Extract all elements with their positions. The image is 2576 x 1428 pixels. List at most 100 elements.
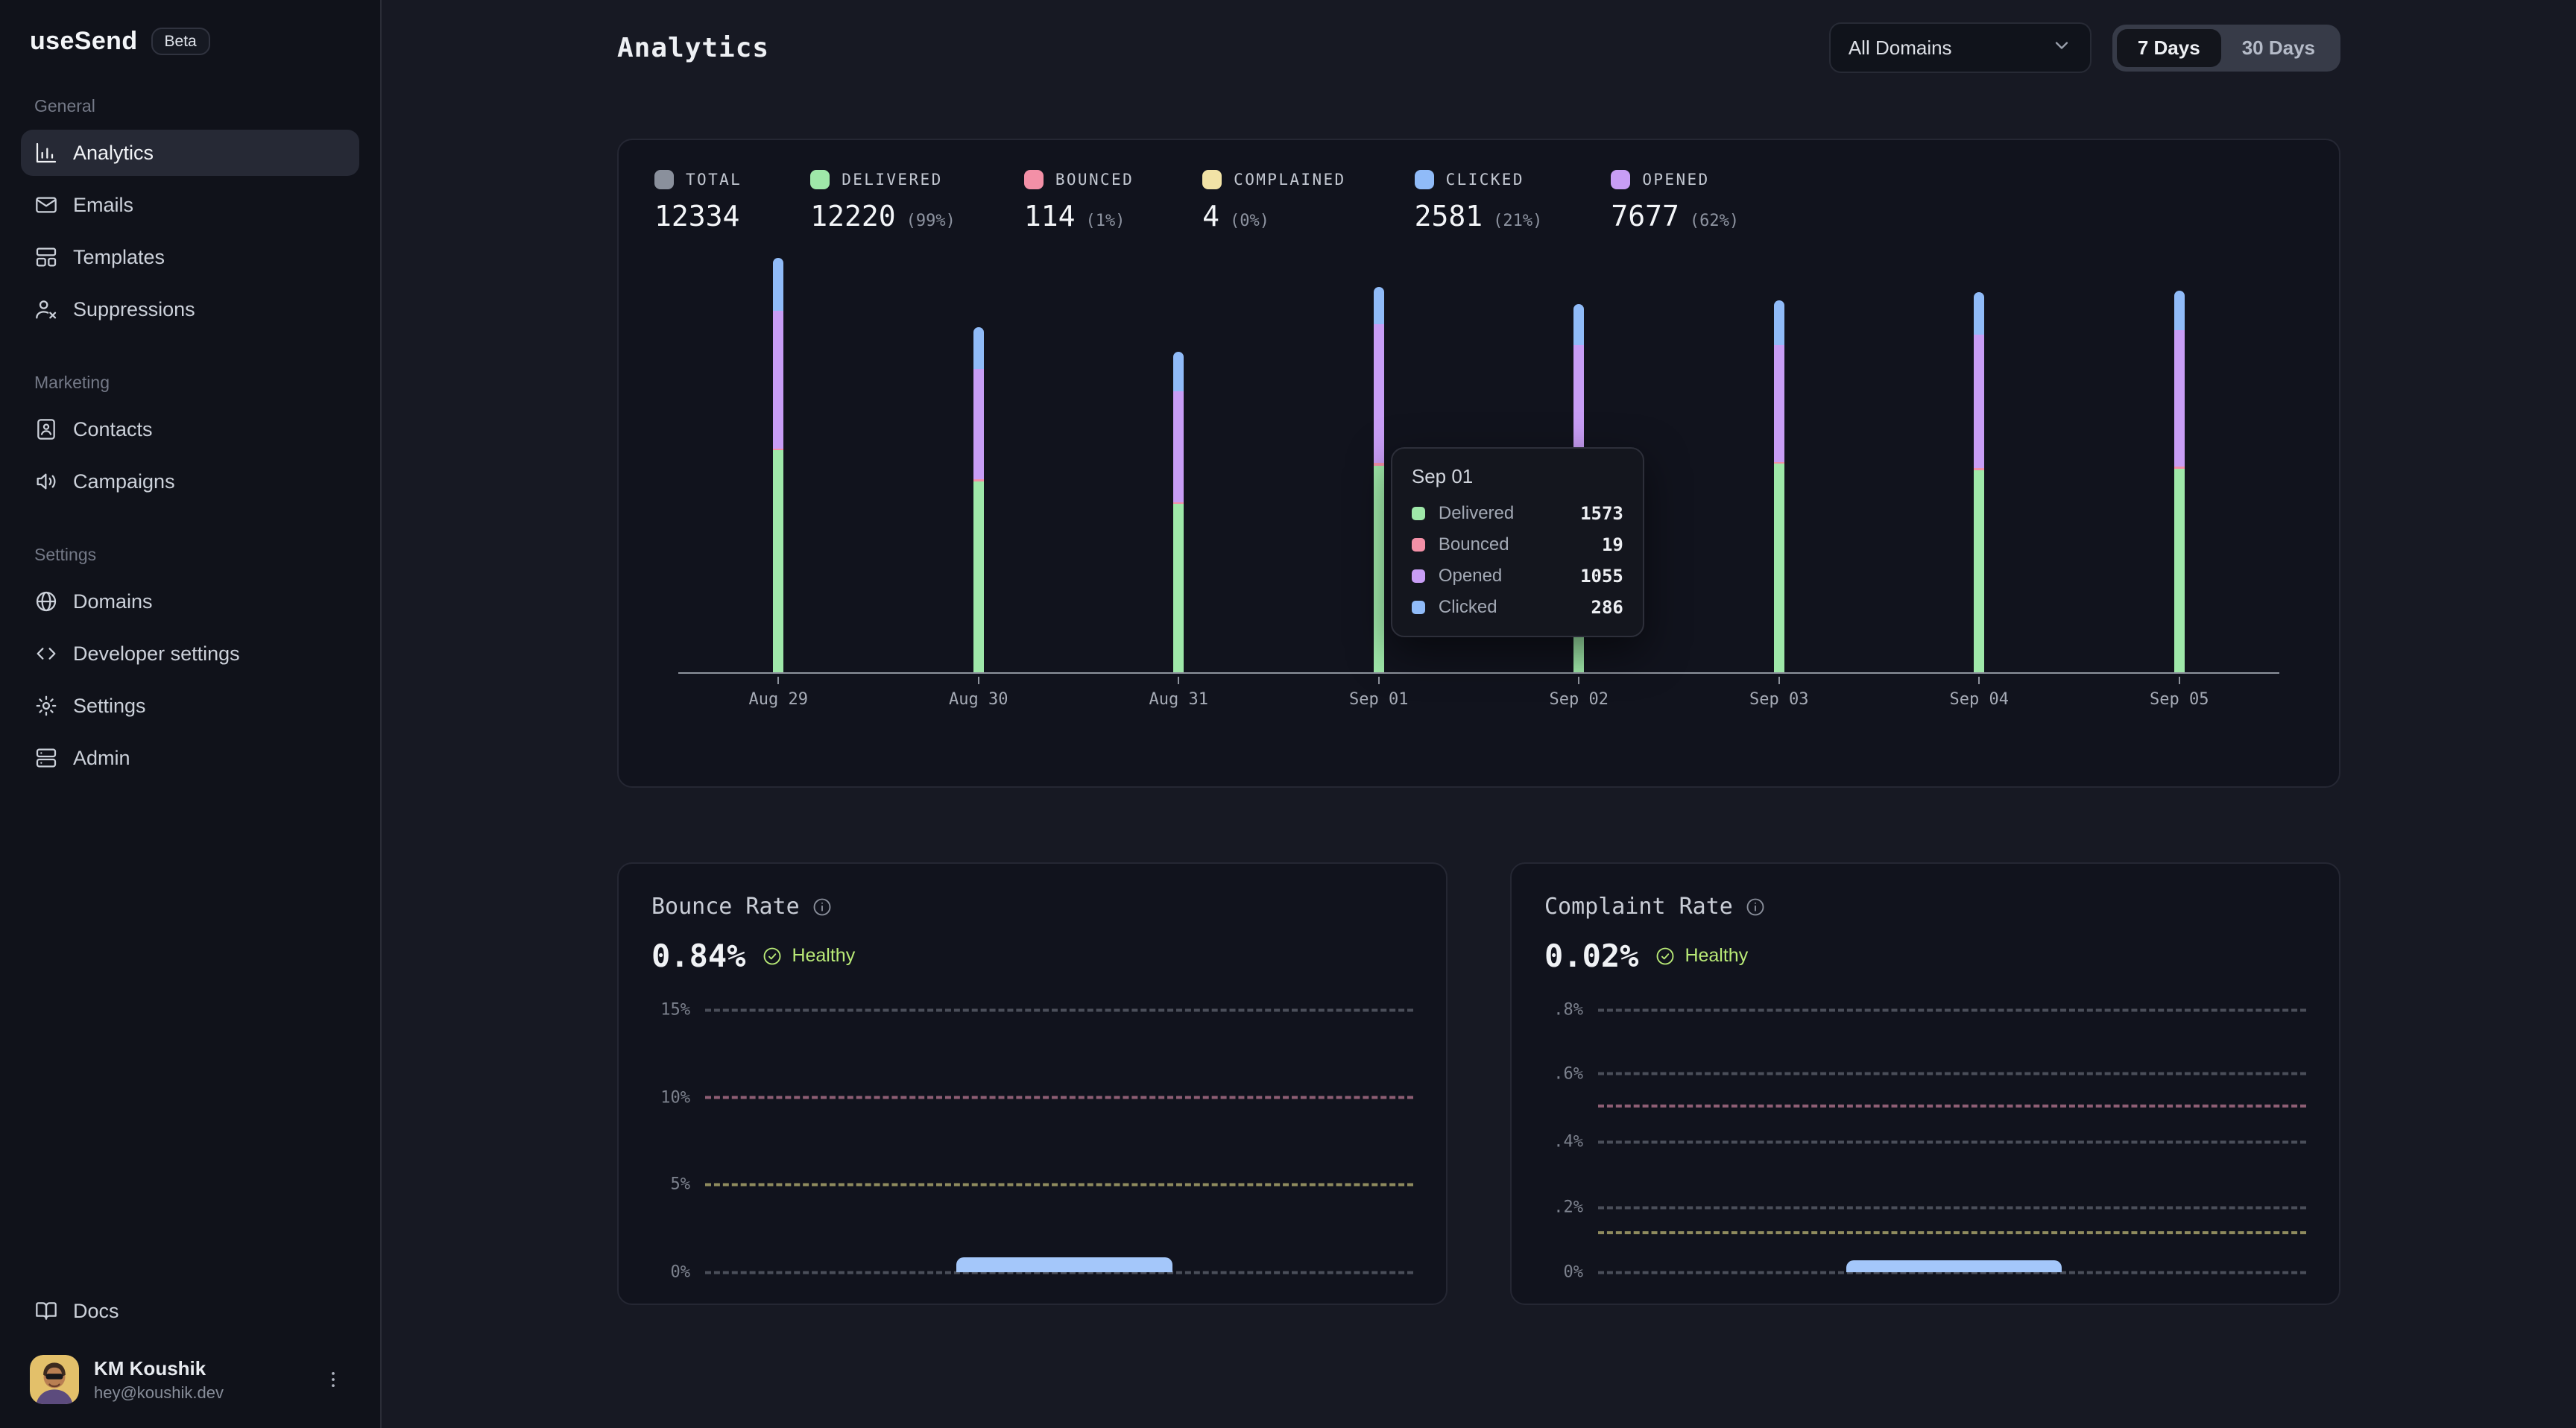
sidebar-item-emails[interactable]: Emails	[21, 182, 359, 228]
main-area: Analytics All Domains 7 Days 30 Days TOT…	[382, 0, 2576, 1428]
rate-value: 0.02%	[1544, 938, 1638, 974]
stat-color-dot	[1202, 170, 1222, 189]
gear-icon	[34, 694, 58, 718]
x-axis-tick	[978, 677, 979, 684]
chart-bar-column-aug-30[interactable]	[879, 253, 1079, 672]
tooltip-row-bounced: Bounced19	[1412, 534, 1623, 555]
bar-segment-opened	[1374, 324, 1384, 463]
book-open-icon	[34, 1299, 58, 1323]
stat-label: BOUNCED	[1055, 171, 1134, 189]
status-label: Healthy	[1685, 945, 1748, 967]
tooltip-title: Sep 01	[1412, 465, 1623, 488]
bounce-rate-card: Bounce Rate0.84%Healthy15%10%5%0%	[617, 862, 1448, 1305]
page-title: Analytics	[617, 33, 769, 63]
sidebar-item-admin[interactable]: Admin	[21, 735, 359, 781]
sidebar: useSend Beta General Analytics Emails Templ…	[0, 0, 382, 1428]
user-menu[interactable]: KM Koushik hey@koushik.dev	[21, 1340, 359, 1404]
sidebar-item-label: Analytics	[73, 142, 154, 165]
sidebar-item-contacts[interactable]: Contacts	[21, 406, 359, 452]
gridline-label: 0%	[1544, 1263, 1598, 1282]
user-x-icon	[34, 297, 58, 321]
gridline-label: 5%	[651, 1175, 705, 1194]
tooltip-color-square	[1412, 538, 1425, 552]
sidebar-item-label: Domains	[73, 590, 153, 613]
status-label: Healthy	[792, 945, 855, 967]
bar-segment-delivered	[2174, 469, 2185, 672]
bar-segment-opened	[2174, 330, 2185, 467]
user-name: KM Koushik	[94, 1357, 301, 1380]
stat-label: COMPLAINED	[1234, 171, 1345, 189]
chart-bar-column-sep-04[interactable]	[1879, 253, 2080, 672]
stat-color-dot	[1415, 170, 1434, 189]
x-axis-labels: Aug 29Aug 30Aug 31Sep 01Sep 02Sep 03Sep …	[678, 674, 2279, 709]
user-options-button[interactable]	[316, 1362, 350, 1397]
stat-percentage: (21%)	[1493, 212, 1542, 230]
sidebar-item-analytics[interactable]: Analytics	[21, 130, 359, 176]
domain-filter-select[interactable]: All Domains	[1829, 22, 2092, 73]
email-events-plot: Sep 01 Delivered1573Bounced19Opened1055C…	[678, 253, 2279, 674]
sidebar-item-campaigns[interactable]: Campaigns	[21, 458, 359, 505]
page-header: Analytics All Domains 7 Days 30 Days	[617, 22, 2340, 73]
chart-bar-column-aug-29[interactable]	[678, 253, 879, 672]
mini-plot-area	[1598, 1010, 2306, 1272]
stat-percentage: (1%)	[1085, 212, 1125, 230]
range-7-days-button[interactable]: 7 Days	[2117, 29, 2221, 67]
stat-value: 2581	[1415, 200, 1483, 233]
bar-segment-clicked	[1374, 287, 1384, 324]
sidebar-item-label: Docs	[73, 1300, 119, 1323]
bar-segment-delivered	[1974, 470, 1984, 672]
sidebar-section-label-general: General	[34, 96, 346, 116]
sidebar-item-docs[interactable]: Docs	[21, 1288, 359, 1334]
sidebar-item-label: Templates	[73, 246, 165, 269]
info-icon[interactable]	[1745, 897, 1766, 917]
app-logo-row: useSend Beta	[21, 24, 359, 56]
x-axis-label-sep-02: Sep 02	[1479, 674, 1679, 709]
bar-segment-delivered	[1374, 466, 1384, 672]
bar-segment-clicked	[1573, 304, 1584, 345]
bar-chart-icon	[34, 141, 58, 165]
tooltip-value: 286	[1591, 597, 1623, 618]
tooltip-row-opened: Opened1055	[1412, 566, 1623, 587]
chart-bar-column-sep-03[interactable]	[1679, 253, 1880, 672]
tooltip-value: 1573	[1580, 503, 1623, 524]
sidebar-item-suppressions[interactable]: Suppressions	[21, 286, 359, 332]
chart-bar-column-aug-31[interactable]	[1079, 253, 1279, 672]
bar-segment-clicked	[1774, 300, 1784, 345]
bar-segment-clicked	[773, 258, 783, 311]
domain-filter-value: All Domains	[1849, 37, 1952, 60]
sidebar-item-settings[interactable]: Settings	[21, 683, 359, 729]
gridline-label: 0%	[651, 1263, 705, 1282]
layout-icon	[34, 245, 58, 269]
sidebar-item-domains[interactable]: Domains	[21, 578, 359, 625]
complaint-rate-chart: .8%.6%.4%.2%0%	[1544, 1010, 2306, 1275]
info-icon[interactable]	[812, 897, 833, 917]
sidebar-item-label: Emails	[73, 194, 133, 217]
tooltip-value: 19	[1602, 534, 1623, 555]
range-30-days-button[interactable]: 30 Days	[2221, 29, 2336, 67]
avatar	[30, 1355, 79, 1404]
sidebar-item-templates[interactable]: Templates	[21, 234, 359, 280]
header-controls: All Domains 7 Days 30 Days	[1829, 22, 2340, 73]
sidebar-item-label: Campaigns	[73, 470, 175, 493]
stat-bounced: BOUNCED114(1%)	[1024, 170, 1134, 233]
complaint-rate-card: Complaint Rate0.02%Healthy.8%.6%.4%.2%0%	[1510, 862, 2340, 1305]
bar-segment-clicked	[973, 327, 984, 369]
rate-value: 0.84%	[651, 938, 745, 974]
bar-segment-opened	[1774, 345, 1784, 462]
tooltip-color-square	[1412, 601, 1425, 614]
gridline-label: 10%	[651, 1088, 705, 1107]
analytics-overview-card: TOTAL12334DELIVERED12220(99%)BOUNCED114(…	[617, 139, 2340, 788]
check-circle-icon	[1655, 946, 1676, 967]
bar-segment-clicked	[2174, 291, 2185, 330]
stat-clicked: CLICKED2581(21%)	[1415, 170, 1543, 233]
stat-value: 12334	[654, 200, 739, 233]
tooltip-label: Opened	[1439, 566, 1502, 587]
rate-data-bar	[1846, 1260, 2062, 1272]
chart-bar-column-sep-05[interactable]	[2080, 253, 2280, 672]
x-axis-tick	[1378, 677, 1380, 684]
user-meta: KM Koushik hey@koushik.dev	[94, 1357, 301, 1403]
x-axis-tick	[1778, 677, 1780, 684]
x-axis-label-aug-29: Aug 29	[678, 674, 879, 709]
sidebar-item-developer-settings[interactable]: Developer settings	[21, 631, 359, 677]
stats-row: TOTAL12334DELIVERED12220(99%)BOUNCED114(…	[654, 170, 2303, 233]
